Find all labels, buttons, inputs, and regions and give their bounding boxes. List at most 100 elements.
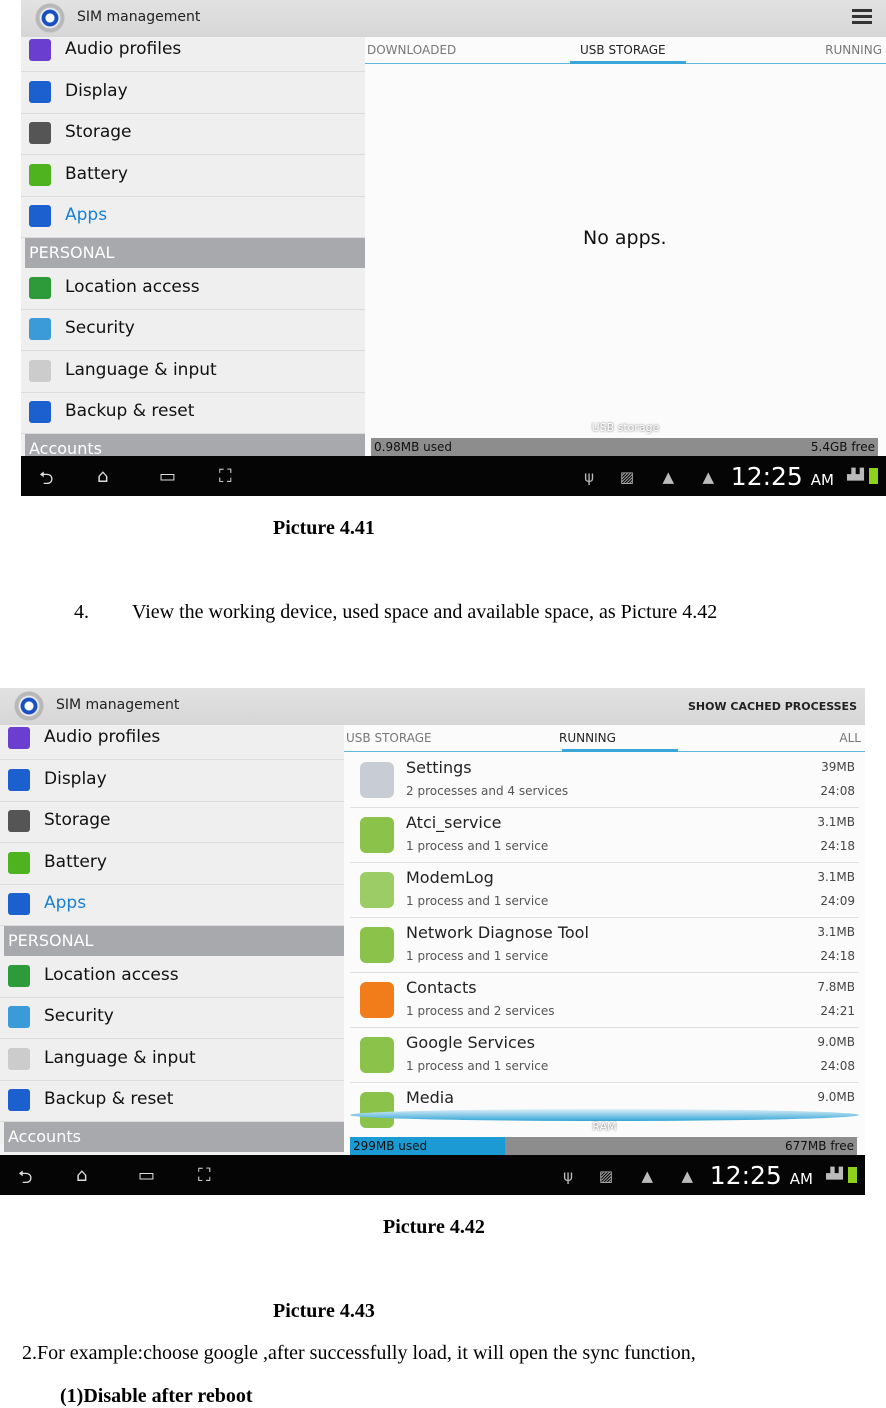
clock-time: 12:25 [709,1161,782,1190]
sidebar-item-display[interactable]: Display [21,72,365,114]
screenshot-button[interactable]: ⛶ [219,466,232,487]
sidebar-item-audio-profiles[interactable]: Audio profiles [21,30,365,72]
menu-line [852,21,872,24]
usb-icon: ψ [563,1167,573,1185]
home-button[interactable]: ⌂ [97,466,108,487]
apps-icon [29,205,51,227]
android-icon [360,1037,394,1073]
sidebar-item-label: Display [44,768,107,789]
sidebar-item-label: Display [65,80,128,101]
sidebar-item-battery[interactable]: Battery [0,843,344,885]
sidebar-item-backup-reset[interactable]: Backup & reset [0,1080,344,1122]
tab-downloaded[interactable]: DOWNLOADED [367,43,456,57]
tab-all[interactable]: ALL [839,731,861,745]
sidebar-item-apps[interactable]: Apps [0,884,344,926]
apps-panel: USB STORAGE RUNNING ALL Settings 2 processes… [344,725,865,1155]
used-amount: 0.98MB used [374,440,452,454]
sidebar-item-apps[interactable]: Apps [21,196,365,238]
process-name: Network Diagnose Tool [406,923,589,942]
process-mem: 39MB [821,760,855,774]
process-mem: 7.8MB [817,980,855,994]
storage-usage-bar: 299MB used 677MB free [350,1137,857,1155]
tab-running[interactable]: RUNNING [559,731,616,745]
sidebar-item-location-access[interactable]: Location access [0,956,344,998]
process-row[interactable]: Settings 2 processes and 4 services 39MB 24… [350,752,859,808]
contacts-icon [360,982,394,1018]
sidebar-item-security[interactable]: Security [21,309,365,351]
process-sub: 1 process and 1 service [406,949,549,963]
tab-usb-storage[interactable]: USB STORAGE [580,43,666,57]
sidebar-item-backup-reset[interactable]: Backup & reset [21,392,365,434]
sidebar-item-label: Location access [44,964,179,985]
storage-usage-bar: 0.98MB used 5.4GB free [371,438,878,456]
process-sub: 1 process and 2 services [406,1004,555,1018]
warning-icon: ▲ [641,1167,653,1185]
recent-apps-button[interactable]: ▭ [138,1165,155,1186]
screenshot-button[interactable]: ⛶ [198,1165,211,1186]
sidebar-item-location-access[interactable]: Location access [21,268,365,310]
process-row[interactable]: Atci_service 1 process and 1 service 3.1MB… [350,807,859,863]
battery-charging-icon [869,468,878,484]
recent-apps-button[interactable]: ▭ [159,466,176,487]
sidebar-item-label: Security [44,1006,114,1026]
clock-ampm: AM [789,1170,813,1188]
keyboard-icon [29,359,51,382]
caption-4-43: Picture 4.43 [273,1300,375,1322]
sidebar-item-label: Audio profiles [65,39,182,59]
process-name: Google Services [406,1033,535,1052]
settings-sidebar: Audio profiles Display Storage Battery Apps P… [21,37,365,464]
sidebar-item-display[interactable]: Display [0,760,344,802]
sim-management-title[interactable]: SIM management [77,9,200,25]
settings-sidebar: Audio profiles Display Storage Battery Apps P… [0,725,344,1152]
sidebar-item-storage[interactable]: Storage [21,113,365,155]
audio-icon [8,727,30,749]
lock-icon [8,1006,30,1028]
sidebar-item-audio-profiles[interactable]: Audio profiles [0,718,344,760]
sidebar-item-storage[interactable]: Storage [0,801,344,843]
process-time: 24:18 [820,949,855,963]
sidebar-item-language-input[interactable]: Language & input [21,351,365,393]
battery-charging-icon [848,1167,857,1183]
warning-icon: ▲ [662,468,674,486]
modemlog-icon [360,872,394,908]
sim-management-title[interactable]: SIM management [56,697,179,713]
overflow-menu-icon[interactable] [852,6,872,28]
process-sub: 1 process and 1 service [406,894,549,908]
back-button[interactable]: ⮌ [18,1165,32,1195]
process-row[interactable]: Contacts 1 process and 2 services 7.8MB 24:… [350,972,859,1028]
backup-icon [8,1089,30,1111]
sidebar-item-security[interactable]: Security [0,997,344,1039]
show-cached-processes-button[interactable]: SHOW CACHED PROCESSES [688,700,857,713]
lock-icon [29,318,51,340]
back-button[interactable]: ⮌ [39,466,53,496]
sd-card-icon [29,122,51,144]
step-number: 4. [74,601,89,623]
process-mem: 3.1MB [817,870,855,884]
process-mem: 9.0MB [817,1035,855,1049]
signal-icon: ▟▟ [826,1167,843,1180]
apps-panel: DOWNLOADED USB STORAGE RUNNING No apps. USB … [365,37,886,456]
android-icon [360,817,394,853]
signal-icon: ▟▟ [847,468,864,481]
sidebar-item-battery[interactable]: Battery [21,155,365,197]
caption-4-42: Picture 4.42 [383,1216,485,1238]
sidebar-item-label: Storage [44,810,111,830]
process-time: 24:09 [820,894,855,908]
process-sub: 2 processes and 4 services [406,784,569,798]
process-sub: 1 process and 1 service [406,839,549,853]
process-row[interactable]: Google Services 1 process and 1 service 9.… [350,1027,859,1083]
home-button[interactable]: ⌂ [76,1165,87,1186]
tab-usb-storage[interactable]: USB STORAGE [346,731,432,745]
storage-bar-label: USB storage [591,421,660,434]
clock-ampm: AM [810,471,834,489]
sidebar-item-language-input[interactable]: Language & input [0,1039,344,1081]
screenshot-running: SIM management SHOW CACHED PROCESSES Audio… [0,688,865,1195]
tab-bar: DOWNLOADED USB STORAGE RUNNING [365,37,886,64]
process-row[interactable]: Network Diagnose Tool 1 process and 1 ser… [350,917,859,973]
battery-icon [8,851,30,874]
process-row[interactable]: ModemLog 1 process and 1 service 3.1MB 24:0… [350,862,859,918]
sidebar-item-label: Backup & reset [65,401,195,421]
paragraph: 2.For example:choose google ,after succe… [22,1342,696,1364]
process-name: ModemLog [406,868,494,887]
tab-running[interactable]: RUNNING [825,43,882,57]
